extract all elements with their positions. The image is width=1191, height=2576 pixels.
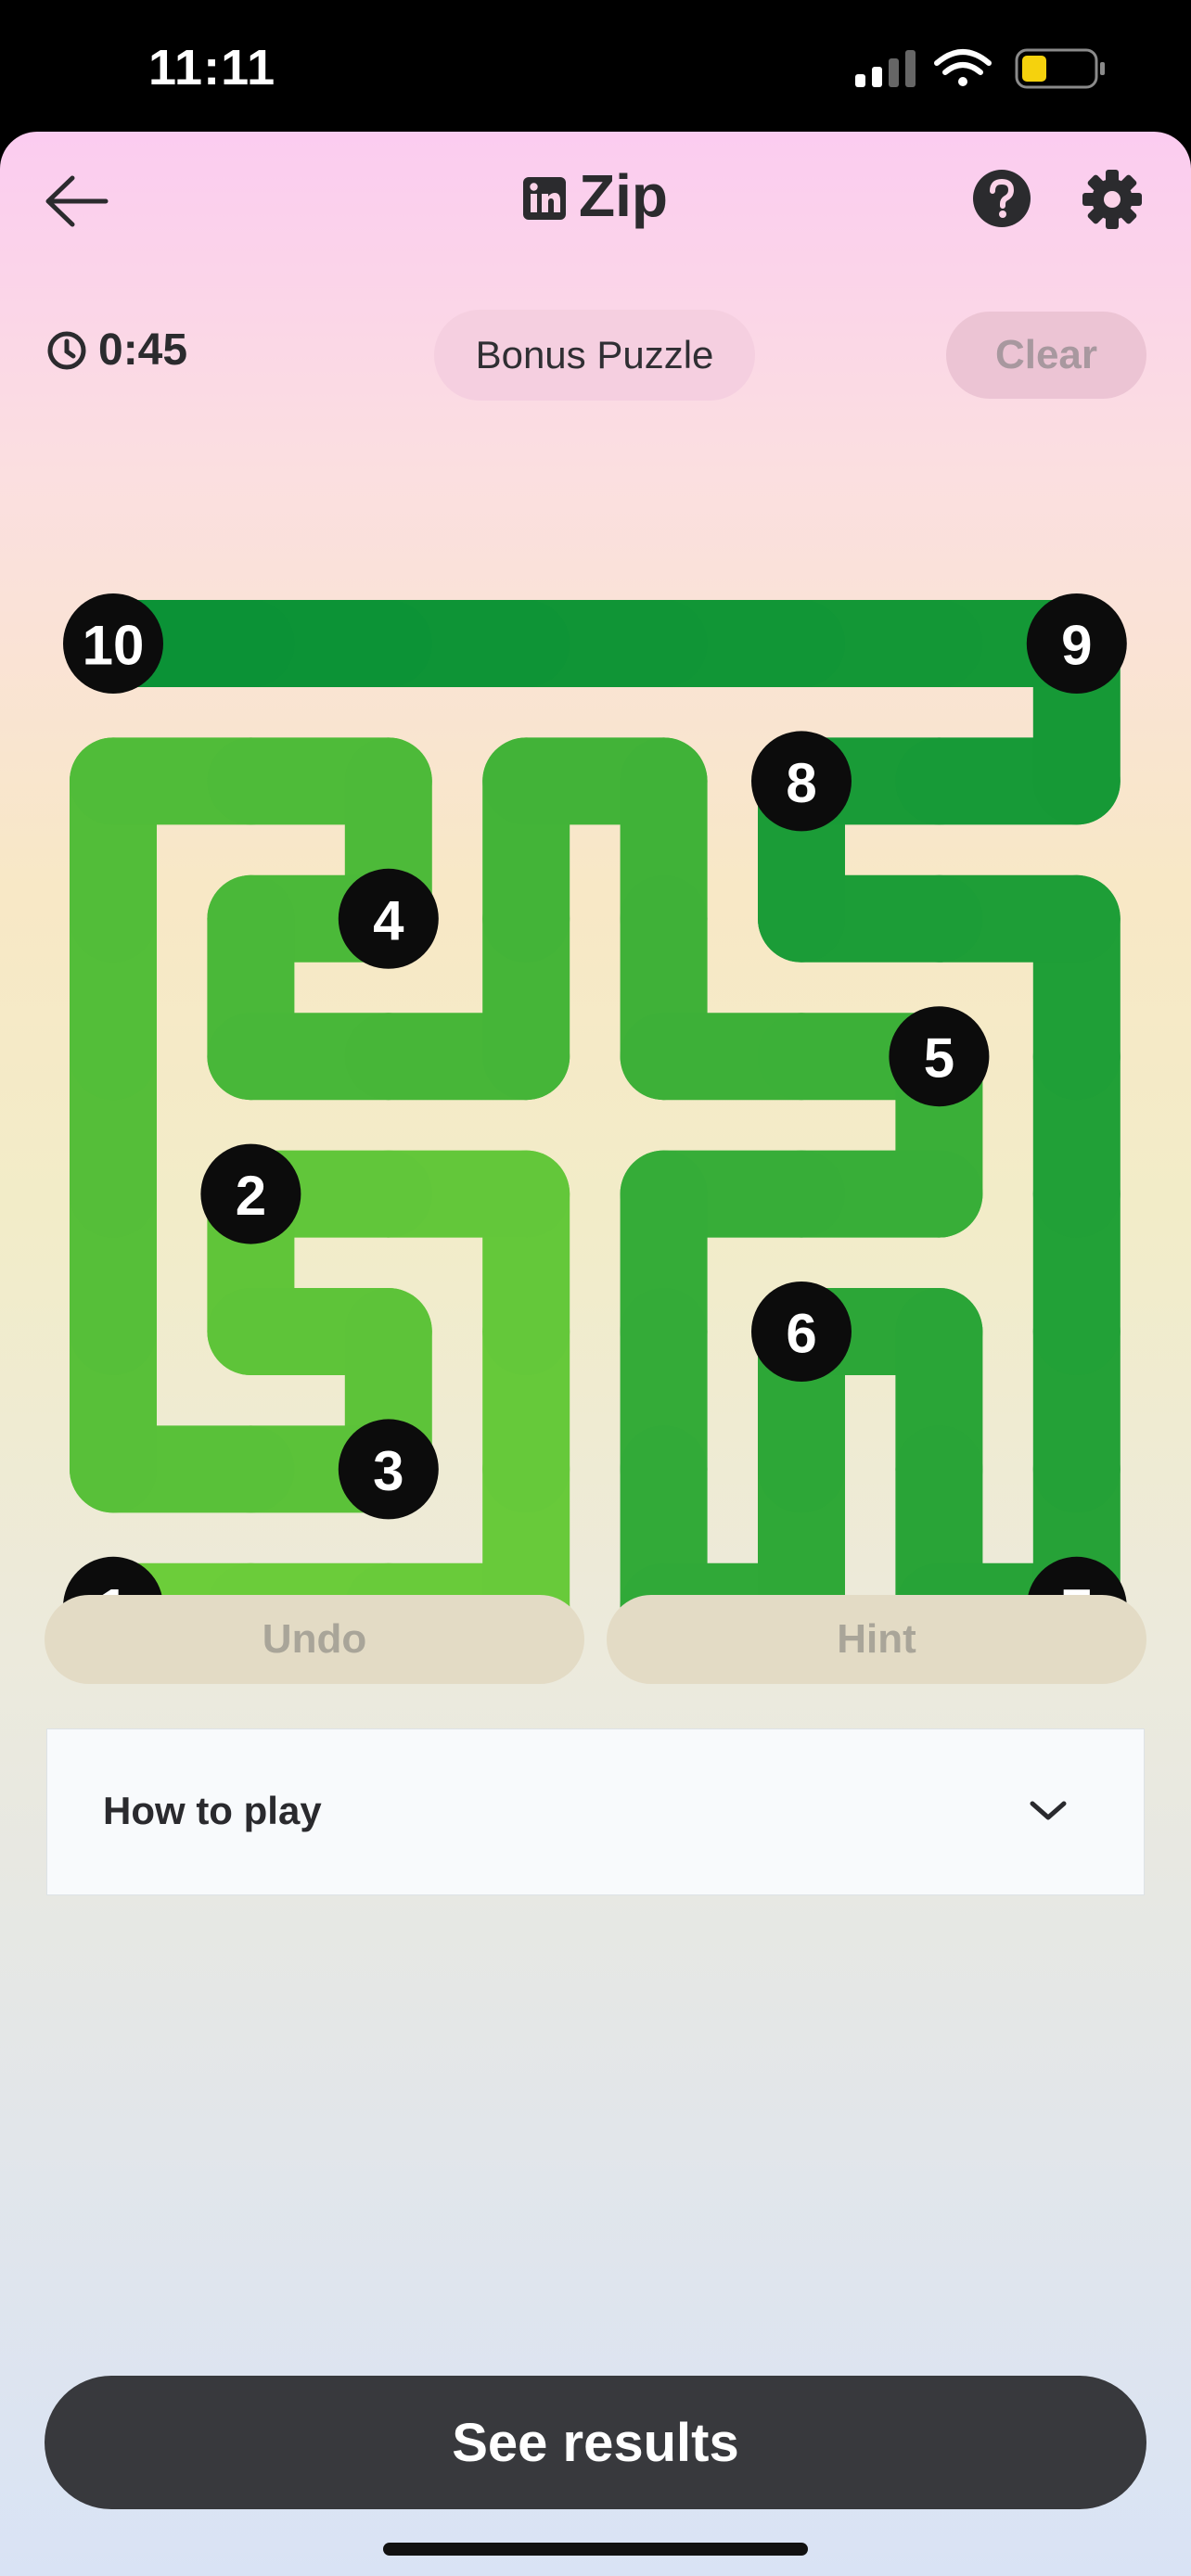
node-6[interactable]: 6 xyxy=(751,1282,852,1382)
bonus-puzzle-label: Bonus Puzzle xyxy=(475,333,714,376)
timer-value: 0:45 xyxy=(98,325,188,375)
clear-button[interactable]: Clear xyxy=(946,312,1146,399)
clear-label: Clear xyxy=(994,332,1098,377)
clock-icon xyxy=(47,331,86,369)
home-indicator xyxy=(383,2543,808,2556)
node-5[interactable]: 5 xyxy=(889,1006,990,1107)
status-time: 11:11 xyxy=(148,40,276,96)
timer: 0:45 xyxy=(46,325,187,376)
node-9[interactable]: 9 xyxy=(1026,593,1127,694)
node-4[interactable]: 4 xyxy=(338,868,439,969)
undo-label: Undo xyxy=(262,1616,367,1662)
signal-icon xyxy=(855,50,916,87)
wifi-icon xyxy=(934,49,992,86)
node-label: 4 xyxy=(373,889,404,951)
node-label: 5 xyxy=(924,1027,954,1090)
node-label: 8 xyxy=(786,752,816,814)
game-sheet: Zip 0:45 Bonus Puzzle Clear 2 3 4 5 6 8 … xyxy=(0,132,1191,2576)
puzzle-board[interactable]: 12345678910 xyxy=(56,586,1135,1665)
node-3[interactable]: 3 xyxy=(338,1419,439,1520)
how-to-play-panel[interactable]: How to play xyxy=(46,1728,1145,1895)
node-10[interactable]: 10 xyxy=(63,593,163,694)
undo-button[interactable]: Undo xyxy=(45,1595,584,1684)
solution-path xyxy=(70,600,1121,1651)
hint-button[interactable]: Hint xyxy=(607,1595,1146,1684)
node-label: 10 xyxy=(83,615,145,677)
battery-icon xyxy=(1015,48,1105,89)
see-results-label: See results xyxy=(452,2412,739,2473)
status-icons xyxy=(855,46,1143,97)
node-label: 6 xyxy=(786,1303,816,1365)
linkedin-icon xyxy=(523,177,567,220)
status-bar: 11:11 xyxy=(0,0,1191,132)
node-label: 3 xyxy=(373,1440,403,1502)
node-8[interactable]: 8 xyxy=(751,731,852,832)
how-to-play-label: How to play xyxy=(103,1789,322,1832)
bonus-puzzle-badge[interactable]: Bonus Puzzle xyxy=(434,310,755,401)
node-label: 9 xyxy=(1061,615,1092,677)
help-icon[interactable] xyxy=(972,169,1031,228)
node-2[interactable]: 2 xyxy=(200,1143,301,1244)
hint-label: Hint xyxy=(837,1616,916,1662)
title-text: Zip xyxy=(579,162,668,229)
see-results-button[interactable]: See results xyxy=(45,2376,1146,2509)
node-label: 2 xyxy=(236,1165,266,1227)
chevron-down-icon xyxy=(1030,1801,1067,1820)
gear-icon[interactable] xyxy=(1082,169,1143,230)
